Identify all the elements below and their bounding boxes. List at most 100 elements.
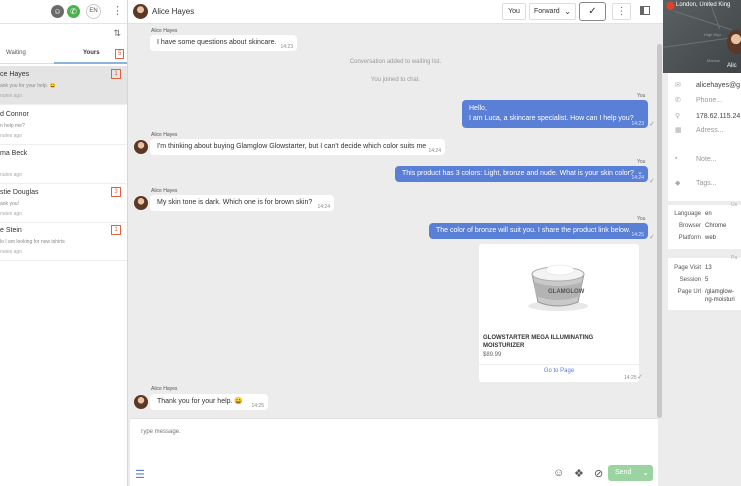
left-toolbar: ☺ ✆ EN ⋮ — [0, 0, 127, 24]
conversation-preview: ank you for your help. 😀 — [0, 83, 56, 89]
system-message: You joined to chat. — [370, 77, 421, 83]
info-row: Platform web — [668, 233, 741, 245]
conversation-name: e Stein — [0, 227, 22, 234]
conversation-item[interactable]: ma Beck nutes ago — [0, 145, 127, 184]
chat-scrollbar[interactable] — [657, 44, 662, 418]
email-row[interactable]: ✉ alicehayes@g — [668, 79, 741, 93]
message-text: I'm thinking about buying Glamglow Glows… — [157, 143, 427, 150]
message-input[interactable] — [140, 429, 540, 435]
tag-icon: ◆ — [675, 180, 681, 187]
assign-you-button[interactable]: You — [502, 3, 526, 20]
message-time: 14:25 — [251, 403, 264, 409]
more-vertical-icon[interactable]: ⋮ — [112, 4, 123, 17]
forward-label: Forward — [534, 8, 560, 15]
conversation-item[interactable]: d Connor n help me? nutes ago — [0, 106, 127, 145]
info-row: Session 5 — [668, 275, 741, 287]
location-map: High Wyc Marlow ⬤ London, United King Al… — [663, 0, 741, 73]
tags-row[interactable]: ◆ Tags... — [668, 177, 741, 191]
conversation-preview: lo I am looking for new tshirts — [0, 239, 65, 245]
building-icon: ▦ — [675, 127, 682, 134]
page-url-link[interactable]: ng-moisturi — [705, 297, 735, 303]
outgoing-message: The color of bronze will suit you. I sha… — [429, 223, 648, 239]
emoji-icon[interactable]: ☺ — [553, 467, 564, 479]
contact-avatar — [134, 196, 148, 210]
phone-row[interactable]: ✆ Phone... — [668, 94, 741, 108]
message-time: 14:24 — [428, 148, 441, 154]
conversation-time: nutes ago — [0, 249, 22, 255]
send-label: Send — [615, 469, 632, 476]
message-text: I am Luca, a skincare specialist. How ca… — [469, 115, 634, 122]
menu-icon[interactable]: ☰ — [135, 468, 145, 481]
section-title: Pa — [731, 255, 738, 261]
message-author: Alice Hayes — [151, 386, 178, 392]
language-button[interactable]: EN — [86, 4, 101, 19]
send-button[interactable]: Send ⌄ — [608, 465, 653, 481]
message-author: You — [637, 216, 646, 222]
visitor-location: London, United King — [676, 2, 731, 8]
go-to-page-link[interactable]: Go to Page — [479, 364, 639, 377]
sort-icon[interactable]: ⇅ — [113, 28, 121, 39]
address-row[interactable]: ▦ Adress... — [668, 124, 741, 138]
sticker-icon[interactable]: ❖ — [574, 467, 584, 480]
chat-header: Alice Hayes You Forward ⌄ ✓ ⋮ — [128, 0, 663, 24]
info-value: 13 — [705, 265, 712, 271]
info-row: Page Visit 13 — [668, 263, 741, 275]
unread-badge: 3 — [111, 187, 121, 197]
incoming-message: Thank you for your help. 😀 14:25 — [150, 394, 268, 410]
contact-avatar — [134, 140, 148, 154]
incoming-message: My skin tone is dark. Which one is for b… — [150, 195, 334, 211]
conversation-preview: n help me? — [0, 123, 25, 129]
outgoing-message: This product has 3 colors: Light, bronze… — [395, 166, 648, 182]
product-card[interactable]: GLAMGLOW GLOWSTARTER MEGA ILLUMINATING M… — [479, 244, 639, 382]
info-key: Browser — [678, 223, 701, 229]
more-vertical-icon[interactable]: ⋮ — [612, 3, 631, 20]
message-time: 14:25 — [631, 232, 644, 238]
location-icon: ⚲ — [675, 113, 681, 120]
filter-bar: ⇅ — [0, 24, 127, 44]
conversation-preview: ank you! — [0, 201, 19, 207]
visitor-avatar — [727, 30, 741, 54]
active-tab-indicator — [54, 62, 127, 64]
conversation-item[interactable]: ce Hayes ank you for your help. 😀 nutes ag… — [0, 66, 127, 105]
tab-waiting[interactable]: Waiting — [6, 50, 26, 56]
message-time: 14:23 — [280, 44, 293, 50]
toggle-panel-icon[interactable] — [640, 6, 650, 15]
unread-badge: 1 — [111, 69, 121, 79]
visitor-info-panel: High Wyc Marlow ⬤ London, United King Al… — [663, 0, 741, 486]
conversation-time: nutes ago — [0, 211, 22, 217]
chevron-down-icon[interactable]: ⌄ — [642, 465, 649, 481]
info-value: 5 — [705, 277, 709, 283]
tab-yours[interactable]: Yours — [83, 50, 100, 56]
incoming-message: I have some questions about skincare. 14… — [150, 35, 297, 51]
product-title: GLOWSTARTER MEGA ILLUMINATING MOISTURIZE… — [483, 335, 594, 349]
info-key: Language — [674, 211, 701, 217]
contact-details-card: ✉ alicehayes@g ✆ Phone... ⚲ 178.62.115.2… — [668, 73, 741, 201]
message-text: Thank you for your help. 😀 — [157, 398, 244, 405]
contact-avatar — [134, 395, 148, 409]
whatsapp-icon[interactable]: ✆ — [67, 5, 80, 18]
section-title: Us — [731, 202, 738, 208]
page-url-link[interactable]: /glamglow- — [705, 289, 734, 295]
resolve-check-button[interactable]: ✓ — [579, 2, 606, 21]
conversation-time: nutes ago — [0, 133, 22, 139]
status-icon[interactable]: ☺ — [51, 5, 64, 18]
product-brand: GLAMGLOW — [548, 289, 585, 295]
visitor-name: Alic — [727, 63, 737, 69]
mail-icon: ✉ — [675, 82, 681, 89]
info-row: Page Url /glamglow- ng-moisturi — [668, 287, 741, 307]
read-check-icon: ✓ — [649, 234, 655, 241]
info-value: en — [705, 211, 712, 217]
note-row[interactable]: ▪ Note... — [668, 153, 741, 167]
email-value: alicehayes@g — [696, 82, 741, 89]
info-key: Page Url — [677, 289, 701, 295]
info-value: web — [705, 235, 717, 241]
forward-dropdown[interactable]: Forward ⌄ — [529, 3, 576, 20]
chevron-down-icon[interactable]: ⌄ — [637, 168, 643, 176]
tags-field: Tags... — [696, 180, 717, 187]
map-label: Marlow — [707, 58, 720, 63]
conversation-item[interactable]: stie Douglas ank you! nutes ago 3 — [0, 184, 127, 223]
conversation-item[interactable]: e Stein lo I am looking for new tshirts nu… — [0, 222, 127, 261]
attachment-icon[interactable]: ⊘ — [594, 467, 603, 480]
message-text: I have some questions about skincare. — [157, 39, 277, 46]
info-key: Platform — [678, 235, 701, 241]
